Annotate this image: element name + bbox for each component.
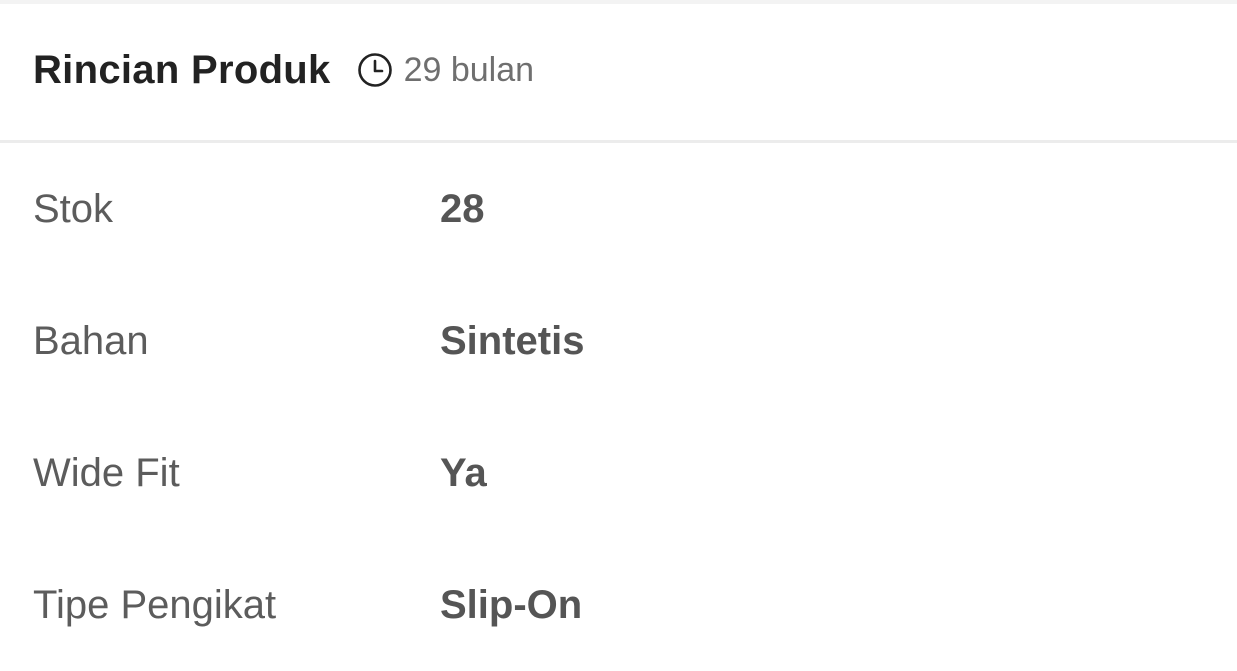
detail-row-wide-fit: Wide Fit Ya	[0, 407, 1237, 539]
details-list: Stok 28 Bahan Sintetis Wide Fit Ya Tipe …	[0, 143, 1237, 671]
section-title: Rincian Produk	[33, 48, 331, 92]
detail-value: Ya	[440, 451, 487, 495]
detail-value: Sintetis	[440, 319, 585, 363]
detail-label: Bahan	[33, 319, 149, 363]
detail-label: Wide Fit	[33, 451, 180, 495]
listing-age: 29 bulan	[357, 52, 534, 88]
listing-age-text: 29 bulan	[403, 51, 535, 89]
detail-row-stock: Stok 28	[0, 143, 1237, 275]
detail-row-material: Bahan Sintetis	[0, 275, 1237, 407]
clock-icon	[357, 52, 393, 88]
detail-value: 28	[440, 187, 485, 231]
detail-label: Tipe Pengikat	[33, 583, 277, 627]
detail-label: Stok	[33, 187, 114, 231]
product-details-header: Rincian Produk 29 bulan	[0, 4, 1237, 140]
detail-value: Slip-On	[440, 583, 583, 627]
detail-row-closure-type: Tipe Pengikat Slip-On	[0, 539, 1237, 671]
